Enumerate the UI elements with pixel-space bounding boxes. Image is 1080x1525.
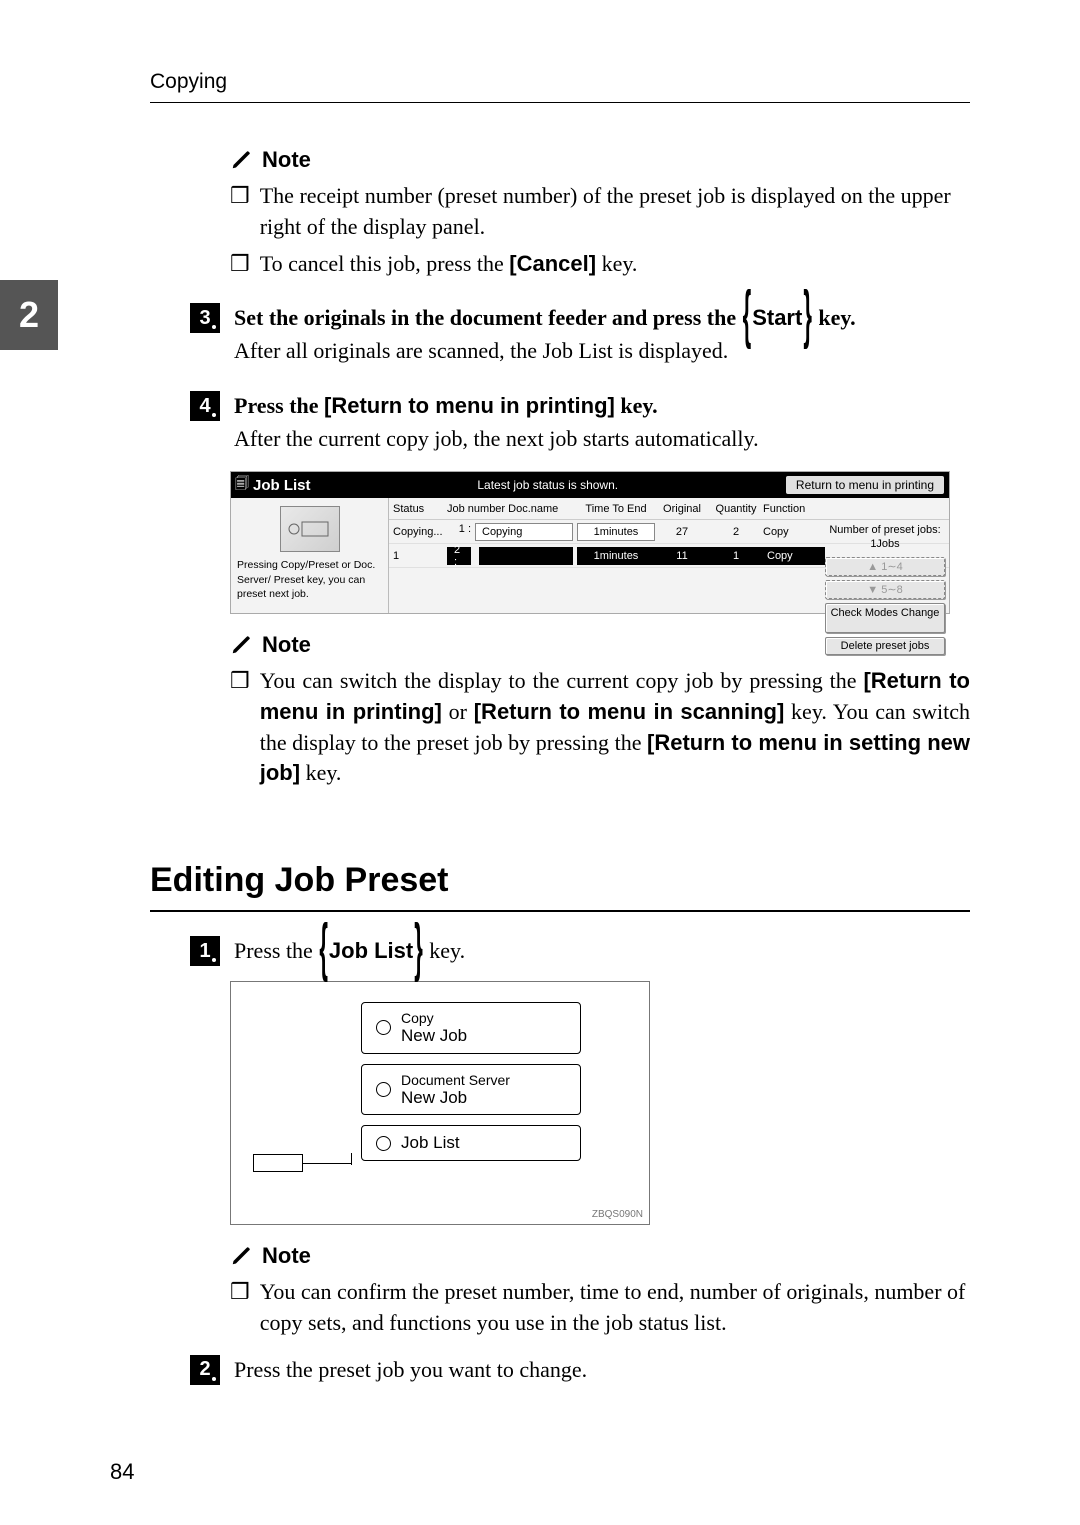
bullet-glyph: ❒: [230, 181, 250, 243]
note-bullet: ❒ You can confirm the preset number, tim…: [230, 1277, 970, 1339]
preset-count-value: 1Jobs: [870, 538, 899, 550]
row1-status: Copying...: [389, 526, 447, 538]
row1-tte: 1minutes: [577, 523, 655, 541]
joblist-icon: 🗐: [231, 473, 253, 497]
bullet-glyph: ❒: [230, 1277, 250, 1339]
col-tte: Time To End: [577, 503, 655, 515]
row2-status: 1: [389, 550, 447, 562]
note-text-suf: key.: [596, 251, 637, 276]
btn-line2: New Job: [401, 1088, 510, 1108]
note-text-pre: To cancel this job, press the: [260, 251, 510, 276]
note-bullet: ❒ You can switch the display to the curr…: [230, 666, 970, 789]
row1-jobname: Copying: [475, 523, 573, 541]
step-4-suffix: key.: [615, 393, 658, 418]
btn-line2: New Job: [401, 1026, 467, 1046]
step-a-prefix: Press the: [234, 938, 318, 963]
joblist-thumbnail: [280, 506, 340, 552]
job-list-button-panel: Copy New Job Document Server New Job Job…: [230, 981, 650, 1225]
preset-count-label: Number of preset jobs:: [829, 524, 940, 536]
row1-jobnum: 1 :: [447, 523, 471, 541]
led-icon: [376, 1082, 391, 1097]
row1-quantity: 2: [709, 526, 763, 538]
t: or: [442, 699, 474, 724]
step-3-after: After all originals are scanned, the Job…: [234, 338, 728, 363]
step-number-1: 1: [190, 936, 220, 966]
note-text: You can confirm the preset number, time …: [260, 1277, 970, 1339]
step-number-4: 4: [190, 391, 220, 421]
note-text: The receipt number (preset number) of th…: [260, 181, 970, 243]
pencil-icon: [230, 634, 252, 656]
return-printing-key-label: [Return to menu in printing]: [324, 393, 615, 418]
step-3-suffix: key.: [813, 305, 856, 330]
step-3-prefix: Set the originals in the document feeder…: [234, 305, 742, 330]
step-4-prefix: Press the: [234, 393, 324, 418]
note-bullet: ❒ To cancel this job, press the [Cancel]…: [230, 249, 970, 280]
row2-jobnum: 2 :: [447, 547, 471, 565]
cancel-key-label: [Cancel]: [509, 251, 596, 276]
step-number-3: 3: [190, 303, 220, 333]
doc-server-new-job-button[interactable]: Document Server New Job: [361, 1064, 581, 1116]
btn-line1: Document Server: [401, 1072, 510, 1088]
step-number-2: 2: [190, 1355, 220, 1385]
start-key-label: Start: [752, 305, 802, 330]
t: You can switch the display to the curren…: [260, 668, 864, 693]
step-3-line: Set the originals in the document feeder…: [234, 305, 856, 330]
t: key.: [300, 760, 341, 785]
page-number: 84: [110, 1459, 134, 1485]
job-list-key-label: Job List: [329, 938, 413, 963]
joblist-subtitle: Latest job status is shown.: [311, 478, 785, 492]
page-up-button[interactable]: ▲ 1∼4: [825, 557, 945, 576]
copy-new-job-button[interactable]: Copy New Job: [361, 1002, 581, 1054]
joblist-left-message: Pressing Copy/Preset or Doc. Server/ Pre…: [237, 558, 382, 601]
figure-code: ZBQS090N: [231, 1207, 649, 1224]
step-4-line: Press the [Return to menu in printing] k…: [234, 393, 658, 418]
step-3-text: Set the originals in the document feeder…: [234, 301, 856, 367]
row1-function: Copy: [763, 526, 825, 538]
chapter-tab: 2: [0, 280, 58, 350]
col-original: Original: [655, 503, 709, 515]
running-head: Copying: [150, 70, 970, 103]
step-4-text: Press the [Return to menu in printing] k…: [234, 389, 759, 455]
step-b-text: Press the preset job you want to change.: [234, 1353, 587, 1386]
pointer-callout: [253, 1154, 303, 1172]
bullet-glyph: ❒: [230, 249, 250, 280]
col-status: Status: [389, 503, 447, 515]
note-heading: Note: [262, 1243, 311, 1269]
note-heading: Note: [262, 147, 311, 173]
bullet-glyph: ❒: [230, 666, 250, 789]
pencil-icon: [230, 149, 252, 171]
note-heading: Note: [262, 632, 311, 658]
job-list-screenshot: 🗐 Job List Latest job status is shown. R…: [230, 471, 950, 614]
note-text: You can switch the display to the curren…: [260, 666, 970, 789]
check-modes-button[interactable]: Check Modes Change: [825, 603, 945, 633]
col-job: Job number Doc.name: [447, 503, 577, 515]
col-function: Function: [763, 503, 825, 515]
return-to-menu-button[interactable]: Return to menu in printing: [785, 475, 945, 495]
row2-quantity: 1: [709, 547, 763, 565]
row2-jobname: [479, 547, 573, 565]
step-a-suffix: key.: [424, 938, 465, 963]
led-icon: [376, 1020, 391, 1035]
row1-original: 27: [655, 526, 709, 538]
row2-function: Copy: [763, 547, 825, 565]
step-4-after: After the current copy job, the next job…: [234, 426, 759, 451]
note-text: To cancel this job, press the [Cancel] k…: [260, 249, 970, 280]
step-a-text: Press the {Job List} key.: [234, 934, 465, 967]
btn-label: Job List: [401, 1133, 460, 1153]
return-scanning-key-label: [Return to menu in scanning]: [474, 699, 785, 724]
btn-line1: Copy: [401, 1010, 467, 1026]
led-icon: [376, 1136, 391, 1151]
page-down-button[interactable]: ▼ 5∼8: [825, 580, 945, 599]
pencil-icon: [230, 1245, 252, 1267]
col-quantity: Quantity: [709, 503, 763, 515]
note-bullet: ❒ The receipt number (preset number) of …: [230, 181, 970, 243]
section-heading-editing-job-preset: Editing Job Preset: [150, 827, 970, 912]
row2-tte: 1minutes: [577, 547, 655, 565]
job-list-button[interactable]: Job List: [361, 1125, 581, 1161]
row2-original: 11: [655, 547, 709, 565]
joblist-header-row: Status Job number Doc.name Time To End O…: [389, 498, 949, 520]
delete-preset-jobs-button[interactable]: Delete preset jobs: [825, 637, 945, 655]
joblist-title: Job List: [253, 477, 311, 494]
